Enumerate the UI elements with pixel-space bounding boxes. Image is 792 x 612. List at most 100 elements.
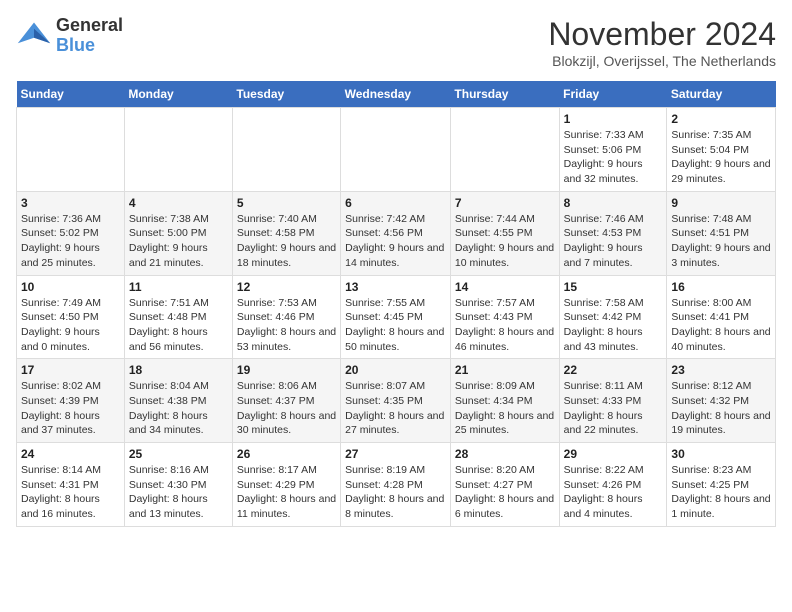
calendar-body: 1 Sunrise: 7:33 AMSunset: 5:06 PMDaylight… (17, 108, 776, 527)
day-info: Sunrise: 8:16 AMSunset: 4:30 PMDaylight:… (129, 463, 228, 522)
day-number: 30 (671, 447, 771, 461)
calendar-cell (450, 108, 559, 192)
weekday-friday: Friday (559, 81, 667, 108)
day-number: 9 (671, 196, 771, 210)
calendar-cell: 7 Sunrise: 7:44 AMSunset: 4:55 PMDaylight… (450, 191, 559, 275)
day-info: Sunrise: 7:58 AMSunset: 4:42 PMDaylight:… (564, 296, 663, 355)
day-info: Sunrise: 8:04 AMSunset: 4:38 PMDaylight:… (129, 379, 228, 438)
day-number: 29 (564, 447, 663, 461)
day-info: Sunrise: 7:53 AMSunset: 4:46 PMDaylight:… (237, 296, 336, 355)
day-number: 18 (129, 363, 228, 377)
day-info: Sunrise: 8:23 AMSunset: 4:25 PMDaylight:… (671, 463, 771, 522)
day-info: Sunrise: 8:02 AMSunset: 4:39 PMDaylight:… (21, 379, 120, 438)
day-number: 2 (671, 112, 771, 126)
day-info: Sunrise: 7:46 AMSunset: 4:53 PMDaylight:… (564, 212, 663, 271)
calendar-cell: 12 Sunrise: 7:53 AMSunset: 4:46 PMDayligh… (232, 275, 340, 359)
day-number: 12 (237, 280, 336, 294)
month-title: November 2024 (548, 16, 776, 53)
day-info: Sunrise: 8:19 AMSunset: 4:28 PMDaylight:… (345, 463, 446, 522)
day-info: Sunrise: 8:20 AMSunset: 4:27 PMDaylight:… (455, 463, 555, 522)
logo-line2: Blue (56, 36, 123, 56)
calendar-cell (17, 108, 125, 192)
day-info: Sunrise: 8:11 AMSunset: 4:33 PMDaylight:… (564, 379, 663, 438)
calendar-header: SundayMondayTuesdayWednesdayThursdayFrid… (17, 81, 776, 108)
day-info: Sunrise: 7:42 AMSunset: 4:56 PMDaylight:… (345, 212, 446, 271)
logo-text: General Blue (56, 16, 123, 56)
day-info: Sunrise: 7:38 AMSunset: 5:00 PMDaylight:… (129, 212, 228, 271)
calendar-week-3: 10 Sunrise: 7:49 AMSunset: 4:50 PMDayligh… (17, 275, 776, 359)
calendar-cell: 2 Sunrise: 7:35 AMSunset: 5:04 PMDaylight… (667, 108, 776, 192)
day-number: 8 (564, 196, 663, 210)
calendar-week-2: 3Sunrise: 7:36 AMSunset: 5:02 PMDaylight… (17, 191, 776, 275)
day-number: 7 (455, 196, 555, 210)
day-number: 10 (21, 280, 120, 294)
calendar-cell: 19 Sunrise: 8:06 AMSunset: 4:37 PMDayligh… (232, 359, 340, 443)
calendar-cell: 29 Sunrise: 8:22 AMSunset: 4:26 PMDayligh… (559, 443, 667, 527)
calendar-cell: 21 Sunrise: 8:09 AMSunset: 4:34 PMDayligh… (450, 359, 559, 443)
calendar-cell: 15Sunrise: 7:58 AMSunset: 4:42 PMDayligh… (559, 275, 667, 359)
page-header: General Blue November 2024 Blokzijl, Ove… (16, 16, 776, 69)
calendar-cell: 18 Sunrise: 8:04 AMSunset: 4:38 PMDayligh… (124, 359, 232, 443)
logo-icon (16, 18, 52, 54)
day-info: Sunrise: 7:36 AMSunset: 5:02 PMDaylight:… (21, 212, 120, 271)
weekday-wednesday: Wednesday (341, 81, 451, 108)
weekday-sunday: Sunday (17, 81, 125, 108)
calendar-cell: 5 Sunrise: 7:40 AMSunset: 4:58 PMDaylight… (232, 191, 340, 275)
day-number: 25 (129, 447, 228, 461)
day-number: 16 (671, 280, 771, 294)
calendar-cell: 3Sunrise: 7:36 AMSunset: 5:02 PMDaylight… (17, 191, 125, 275)
day-info: Sunrise: 7:40 AMSunset: 4:58 PMDaylight:… (237, 212, 336, 271)
day-number: 14 (455, 280, 555, 294)
day-info: Sunrise: 8:14 AMSunset: 4:31 PMDaylight:… (21, 463, 120, 522)
day-info: Sunrise: 8:06 AMSunset: 4:37 PMDaylight:… (237, 379, 336, 438)
day-info: Sunrise: 8:22 AMSunset: 4:26 PMDaylight:… (564, 463, 663, 522)
weekday-monday: Monday (124, 81, 232, 108)
calendar-week-5: 24 Sunrise: 8:14 AMSunset: 4:31 PMDayligh… (17, 443, 776, 527)
location: Blokzijl, Overijssel, The Netherlands (548, 53, 776, 69)
day-number: 24 (21, 447, 120, 461)
calendar-cell: 14Sunrise: 7:57 AMSunset: 4:43 PMDayligh… (450, 275, 559, 359)
day-info: Sunrise: 7:33 AMSunset: 5:06 PMDaylight:… (564, 128, 663, 187)
day-info: Sunrise: 8:17 AMSunset: 4:29 PMDaylight:… (237, 463, 336, 522)
calendar-cell (232, 108, 340, 192)
calendar-cell: 26 Sunrise: 8:17 AMSunset: 4:29 PMDayligh… (232, 443, 340, 527)
weekday-saturday: Saturday (667, 81, 776, 108)
day-info: Sunrise: 7:44 AMSunset: 4:55 PMDaylight:… (455, 212, 555, 271)
calendar-cell (341, 108, 451, 192)
calendar-week-4: 17Sunrise: 8:02 AMSunset: 4:39 PMDayligh… (17, 359, 776, 443)
calendar-cell: 10 Sunrise: 7:49 AMSunset: 4:50 PMDayligh… (17, 275, 125, 359)
day-info: Sunrise: 7:49 AMSunset: 4:50 PMDaylight:… (21, 296, 120, 355)
calendar-cell: 4Sunrise: 7:38 AMSunset: 5:00 PMDaylight… (124, 191, 232, 275)
day-info: Sunrise: 7:35 AMSunset: 5:04 PMDaylight:… (671, 128, 771, 187)
day-number: 23 (671, 363, 771, 377)
day-info: Sunrise: 7:51 AMSunset: 4:48 PMDaylight:… (129, 296, 228, 355)
day-number: 13 (345, 280, 446, 294)
day-info: Sunrise: 8:00 AMSunset: 4:41 PMDaylight:… (671, 296, 771, 355)
day-info: Sunrise: 8:09 AMSunset: 4:34 PMDaylight:… (455, 379, 555, 438)
calendar-cell: 16 Sunrise: 8:00 AMSunset: 4:41 PMDayligh… (667, 275, 776, 359)
calendar-cell: 25 Sunrise: 8:16 AMSunset: 4:30 PMDayligh… (124, 443, 232, 527)
title-block: November 2024 Blokzijl, Overijssel, The … (548, 16, 776, 69)
day-number: 28 (455, 447, 555, 461)
day-number: 6 (345, 196, 446, 210)
weekday-header-row: SundayMondayTuesdayWednesdayThursdayFrid… (17, 81, 776, 108)
day-number: 26 (237, 447, 336, 461)
calendar-cell: 13Sunrise: 7:55 AMSunset: 4:45 PMDayligh… (341, 275, 451, 359)
calendar-cell: 8 Sunrise: 7:46 AMSunset: 4:53 PMDaylight… (559, 191, 667, 275)
calendar-cell: 30 Sunrise: 8:23 AMSunset: 4:25 PMDayligh… (667, 443, 776, 527)
day-number: 21 (455, 363, 555, 377)
weekday-thursday: Thursday (450, 81, 559, 108)
calendar-cell: 27Sunrise: 8:19 AMSunset: 4:28 PMDayligh… (341, 443, 451, 527)
logo: General Blue (16, 16, 123, 56)
day-number: 11 (129, 280, 228, 294)
calendar-cell: 11 Sunrise: 7:51 AMSunset: 4:48 PMDayligh… (124, 275, 232, 359)
day-info: Sunrise: 7:48 AMSunset: 4:51 PMDaylight:… (671, 212, 771, 271)
day-info: Sunrise: 8:07 AMSunset: 4:35 PMDaylight:… (345, 379, 446, 438)
calendar-week-1: 1 Sunrise: 7:33 AMSunset: 5:06 PMDaylight… (17, 108, 776, 192)
day-number: 5 (237, 196, 336, 210)
calendar-cell: 6 Sunrise: 7:42 AMSunset: 4:56 PMDaylight… (341, 191, 451, 275)
day-number: 1 (564, 112, 663, 126)
calendar-cell: 22Sunrise: 8:11 AMSunset: 4:33 PMDayligh… (559, 359, 667, 443)
day-number: 19 (237, 363, 336, 377)
calendar-cell: 1 Sunrise: 7:33 AMSunset: 5:06 PMDaylight… (559, 108, 667, 192)
